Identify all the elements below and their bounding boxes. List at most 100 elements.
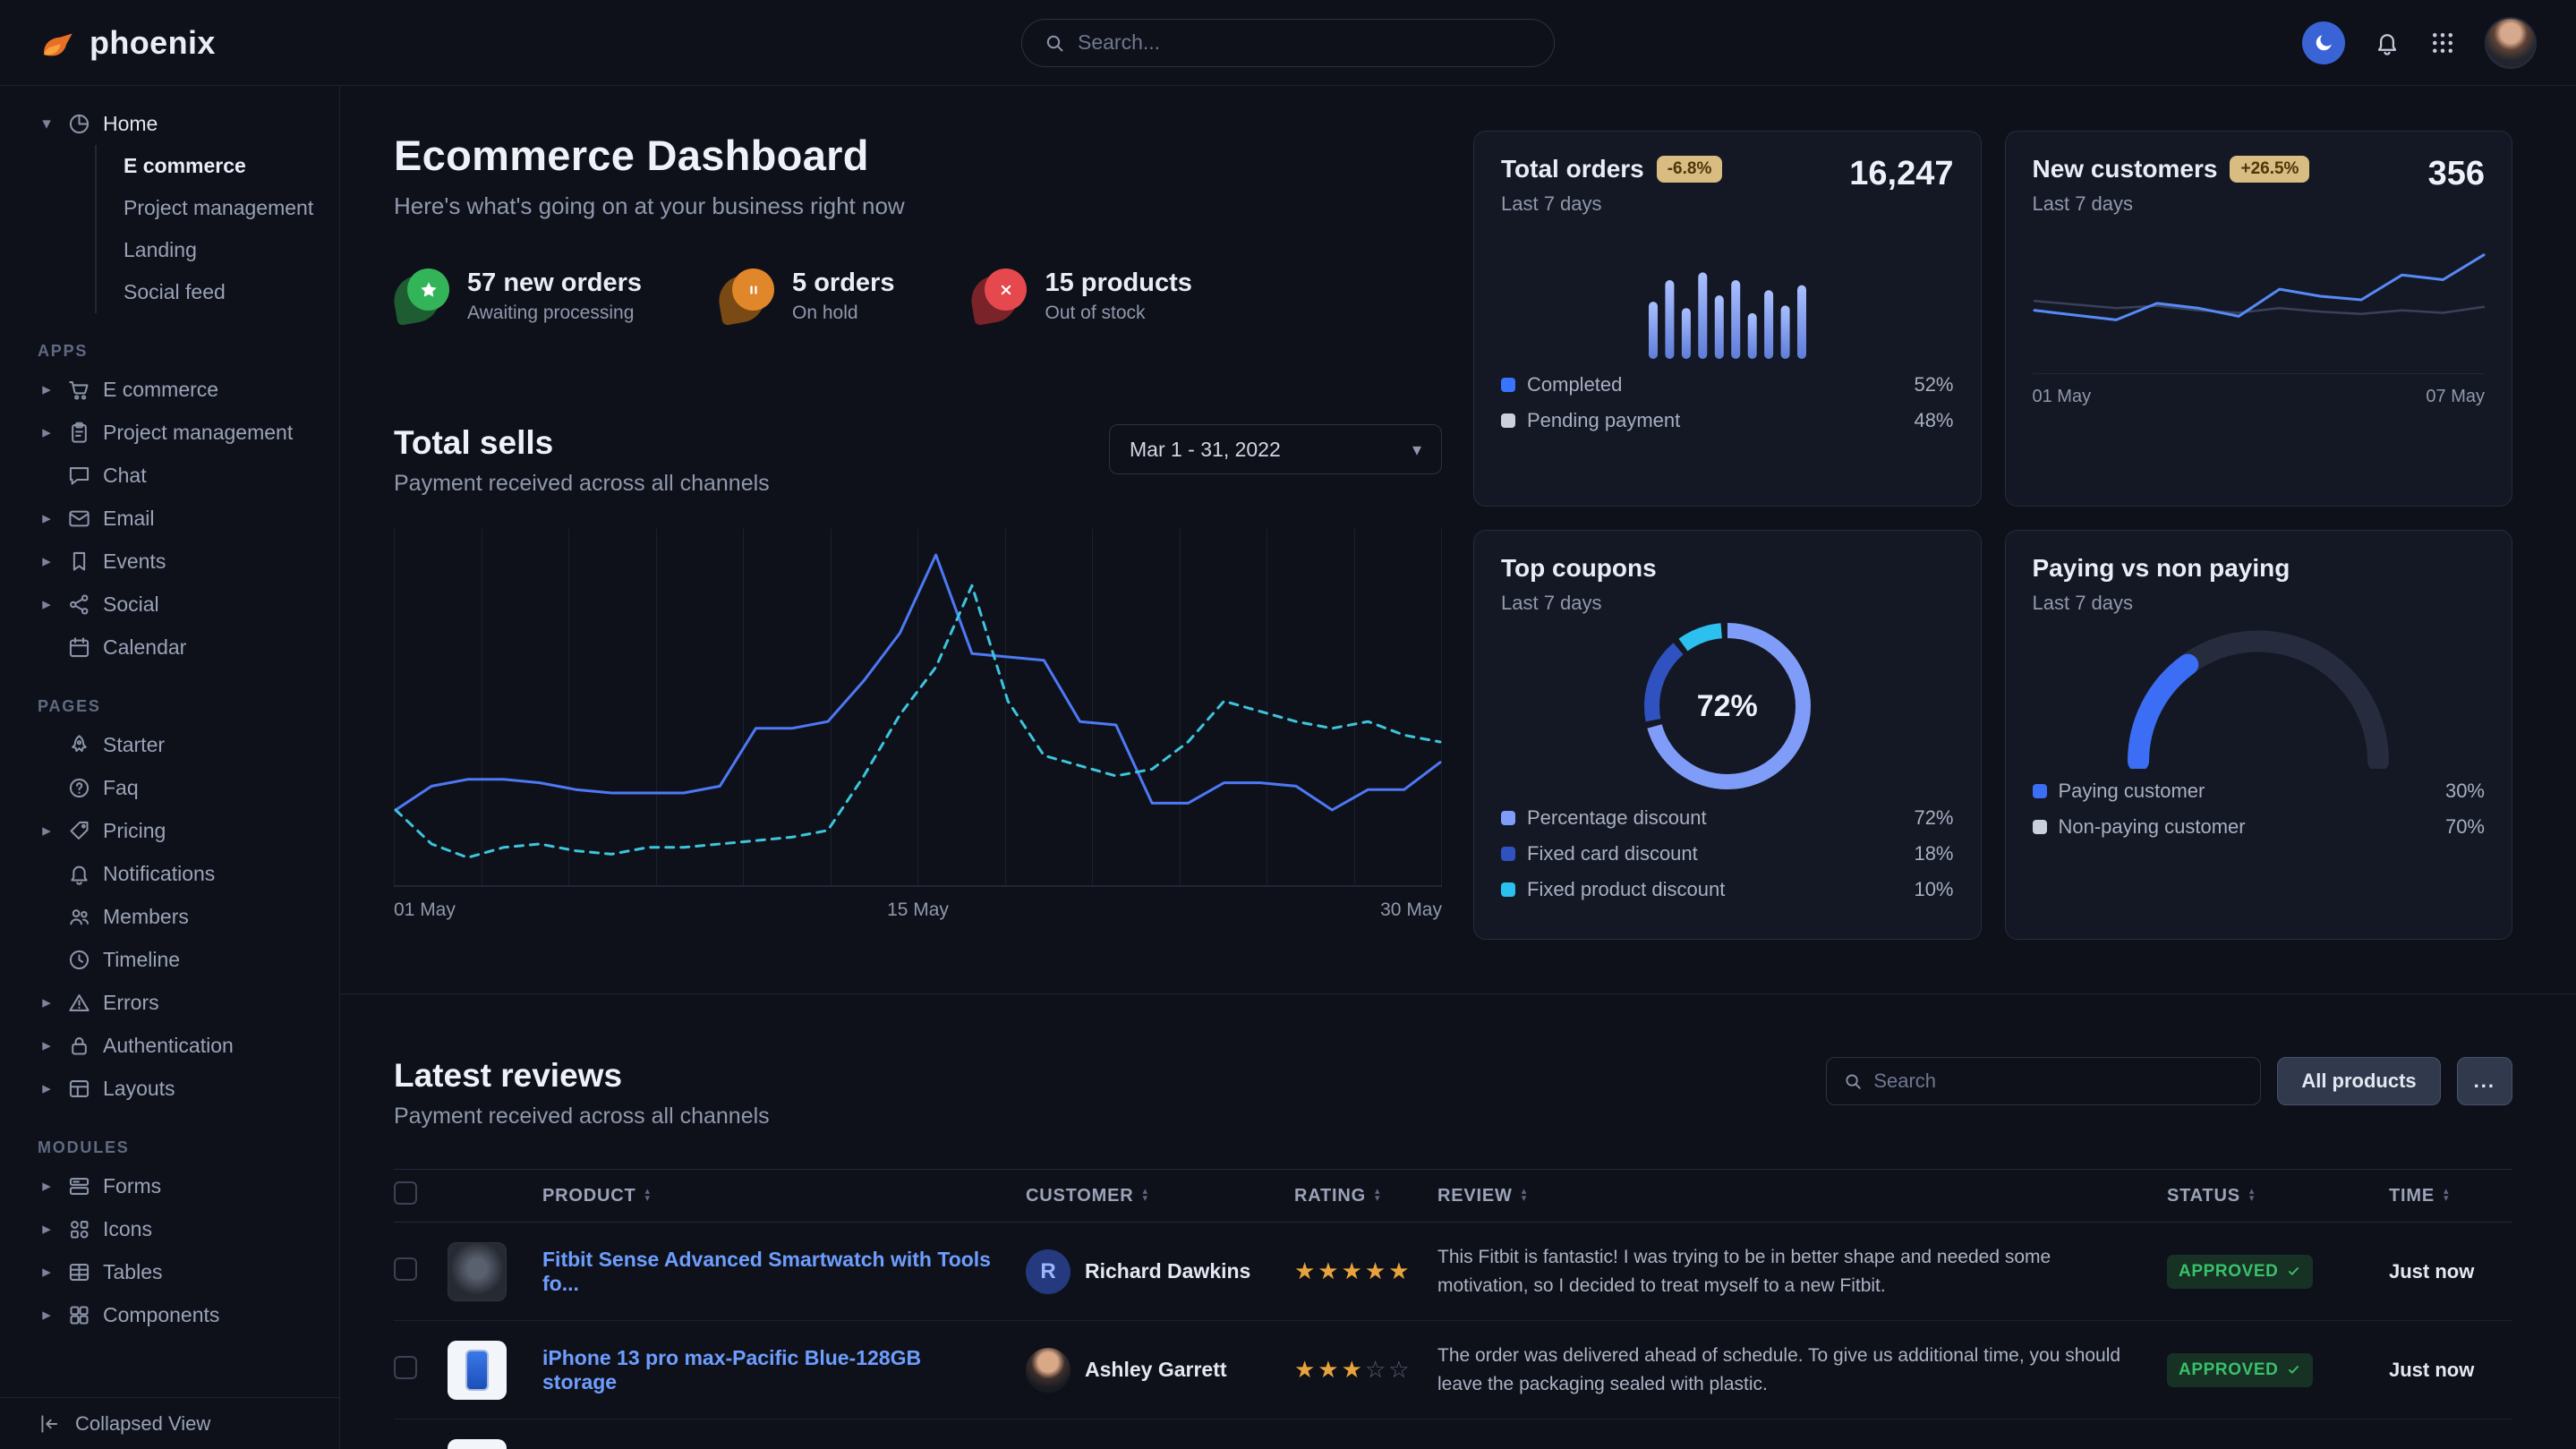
sidebar-item-errors[interactable]: ▸Errors [0, 981, 339, 1024]
top-coupons-card: Top coupons Last 7 days 72% Percentage d… [1473, 530, 1982, 940]
sidebar-item-project-management-dashboard[interactable]: Project management [97, 187, 339, 229]
select-all-checkbox[interactable] [394, 1181, 417, 1205]
sidebar-item-events[interactable]: ▸Events [0, 540, 339, 583]
status-badge: APPROVED [2167, 1255, 2313, 1289]
row-checkbox[interactable] [394, 1257, 417, 1281]
paying-vs-non-paying-card: Paying vs non paying Last 7 days Paying … [2005, 530, 2513, 940]
table-header: PRODUCT▴▾ CUSTOMER▴▾ RATING▴▾ REVIEW▴▾ S… [394, 1169, 2512, 1223]
trend-badge: +26.5% [2230, 156, 2309, 183]
sidebar-item-layouts[interactable]: ▸Layouts [0, 1067, 339, 1110]
sidebar-item-notifications[interactable]: Notifications [0, 852, 339, 895]
dark-mode-toggle[interactable] [2302, 21, 2345, 64]
lock-icon [67, 1034, 91, 1058]
caret-right-icon: ▸ [38, 1176, 55, 1197]
collapsed-view-toggle[interactable]: Collapsed View [0, 1397, 339, 1449]
review-text: This Fitbit is fantastic! I was trying t… [1437, 1243, 2167, 1300]
sidebar-item-label: Home [103, 112, 158, 136]
total-sells-subtitle: Payment received across all channels [394, 471, 770, 497]
sidebar-item-chat[interactable]: Chat [0, 454, 339, 497]
phoenix-logo-icon [39, 24, 77, 62]
new-customers-x-axis: 01 May 07 May [2033, 373, 2486, 407]
page-title: Ecommerce Dashboard [394, 131, 1442, 180]
cart-icon [67, 378, 91, 402]
column-customer[interactable]: CUSTOMER▴▾ [1026, 1186, 1294, 1206]
date-range-select[interactable]: Mar 1 - 31, 2022 ▾ [1109, 424, 1442, 474]
sidebar-item-tables[interactable]: ▸Tables [0, 1250, 339, 1293]
sidebar-item-components[interactable]: ▸Components [0, 1293, 339, 1336]
table-row: Fitbit Sense Advanced Smartwatch with To… [394, 1223, 2512, 1321]
clock-icon [67, 948, 91, 972]
global-search[interactable] [1021, 19, 1555, 67]
sidebar-item-pricing[interactable]: ▸Pricing [0, 809, 339, 852]
sidebar-item-project-management-app[interactable]: ▸Project management [0, 411, 339, 454]
more-options-button[interactable]: ... [2457, 1057, 2512, 1105]
customer-cell: R Richard Dawkins [1026, 1249, 1294, 1294]
status-badge: APPROVED [2167, 1353, 2313, 1387]
sidebar-item-social-feed[interactable]: Social feed [97, 271, 339, 313]
sidebar-item-forms[interactable]: ▸Forms [0, 1164, 339, 1207]
sidebar-item-icons[interactable]: ▸Icons [0, 1207, 339, 1250]
grid-icon [2429, 30, 2456, 56]
rocket-icon [67, 733, 91, 757]
table-row: iPhone 13 pro max-Pacific Blue-128GB sto… [394, 1321, 2512, 1419]
customer-name: Ashley Garrett [1085, 1358, 1227, 1382]
sidebar-item-home[interactable]: ▾ Home [0, 102, 339, 145]
apps-grid-button[interactable] [2429, 30, 2456, 56]
sidebar-item-landing[interactable]: Landing [97, 229, 339, 271]
column-product[interactable]: PRODUCT▴▾ [542, 1186, 1026, 1206]
product-link[interactable]: Fitbit Sense Advanced Smartwatch with To… [542, 1248, 1026, 1296]
sort-icon: ▴▾ [1522, 1189, 1527, 1203]
card-title: Total orders [1501, 155, 1644, 183]
question-icon [67, 776, 91, 800]
reviews-search[interactable] [1826, 1057, 2261, 1105]
pie-chart-icon [67, 112, 91, 136]
sidebar-item-faq[interactable]: Faq [0, 766, 339, 809]
all-products-button[interactable]: All products [2277, 1057, 2440, 1105]
chevron-down-icon: ▾ [38, 114, 55, 134]
sidebar-item-timeline[interactable]: Timeline [0, 938, 339, 981]
warning-icon [67, 991, 91, 1015]
quick-stats: 57 new ordersAwaiting processing 5 order… [394, 268, 1442, 324]
user-avatar[interactable] [2485, 17, 2537, 69]
caret-right-icon: ▸ [38, 508, 55, 529]
sidebar-section-pages: PAGES [38, 697, 339, 716]
top-coupons-chart: 72% [1643, 622, 1812, 790]
search-icon [1843, 1071, 1863, 1091]
brand[interactable]: phoenix [39, 24, 216, 62]
review-time: Just now [2358, 1359, 2512, 1382]
caret-right-icon: ▸ [38, 551, 55, 572]
column-time[interactable]: TIME▴▾ [2358, 1186, 2512, 1206]
sidebar-item-authentication[interactable]: ▸Authentication [0, 1024, 339, 1067]
sidebar-item-social[interactable]: ▸Social [0, 583, 339, 626]
latest-reviews-title: Latest reviews [394, 1057, 770, 1095]
column-status[interactable]: STATUS▴▾ [2167, 1186, 2358, 1206]
sort-icon: ▴▾ [1142, 1189, 1147, 1203]
sidebar-item-members[interactable]: Members [0, 895, 339, 938]
notifications-button[interactable] [2374, 30, 2401, 56]
main-content: Ecommerce Dashboard Here's what's going … [340, 0, 2576, 1449]
total-sells-title: Total sells [394, 424, 770, 462]
sidebar-item-calend ar[interactable]: Calendar [0, 626, 339, 669]
rating-stars: ★★★★★ [1294, 1257, 1437, 1285]
column-rating[interactable]: RATING▴▾ [1294, 1186, 1437, 1206]
x-icon [996, 280, 1016, 300]
sidebar-item-email[interactable]: ▸Email [0, 497, 339, 540]
card-title: New customers [2033, 155, 2218, 183]
caret-right-icon: ▸ [38, 1036, 55, 1056]
caret-right-icon: ▸ [38, 1262, 55, 1283]
sidebar-item-starter[interactable]: Starter [0, 723, 339, 766]
check-icon [2286, 1362, 2301, 1377]
caret-right-icon: ▸ [38, 1078, 55, 1099]
sidebar-item-ecommerce-app[interactable]: ▸E commerce [0, 368, 339, 411]
share-icon [67, 592, 91, 617]
trend-badge: -6.8% [1657, 156, 1723, 183]
dashboard-cards: Total orders -6.8% Last 7 days 16,247 Co… [1473, 131, 2512, 940]
sidebar-item-ecommerce-dashboard[interactable]: E commerce [97, 145, 339, 187]
latest-reviews-subtitle: Payment received across all channels [394, 1104, 770, 1129]
column-review[interactable]: REVIEW▴▾ [1437, 1186, 2167, 1206]
product-link[interactable]: iPhone 13 pro max-Pacific Blue-128GB sto… [542, 1346, 1026, 1394]
search-input[interactable] [1078, 30, 1532, 55]
avatar [1026, 1348, 1070, 1393]
reviews-search-input[interactable] [1873, 1070, 2244, 1093]
row-checkbox[interactable] [394, 1356, 417, 1379]
